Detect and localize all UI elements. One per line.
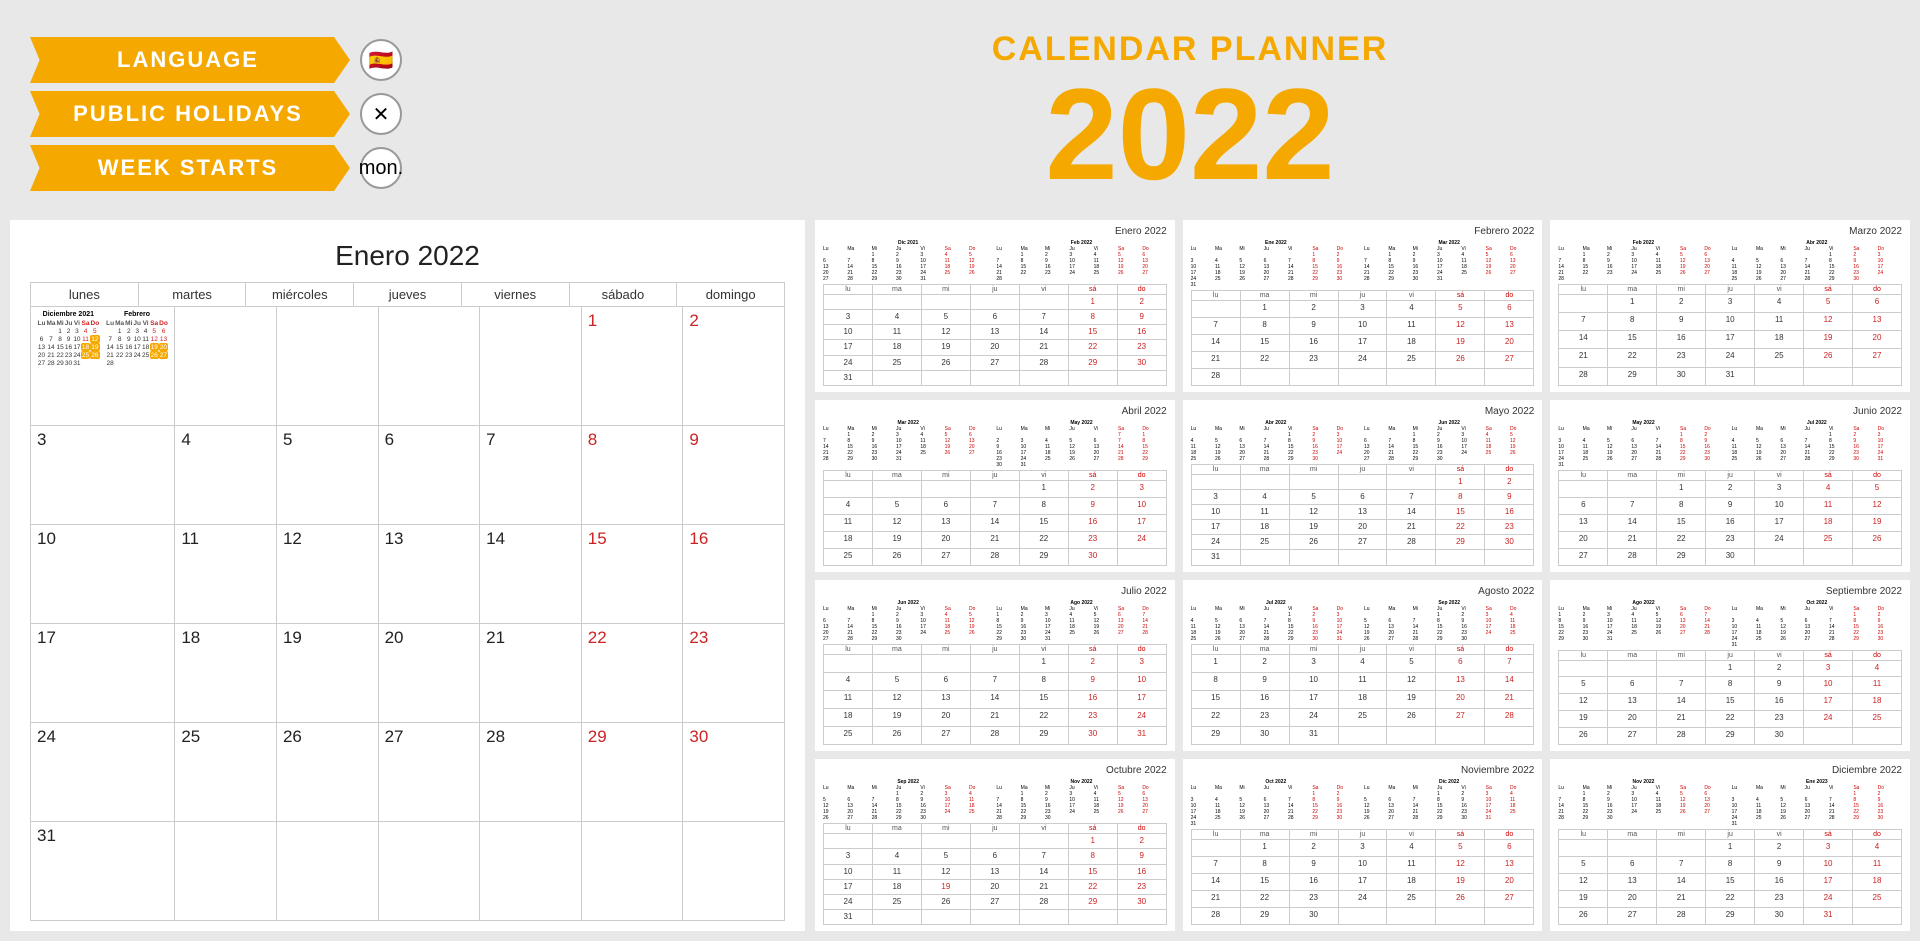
mini-marzo[interactable]: Marzo 2022 Feb 2022LuMaMiJuViSaDo1234567… xyxy=(1550,220,1910,392)
large-cell-26: 26 xyxy=(277,723,379,822)
day-jueves: jueves xyxy=(354,283,462,307)
large-cell-end7 xyxy=(683,822,785,921)
mini-noviembre[interactable]: Noviembre 2022 Oct 2022LuMaMiJuViSaDo123… xyxy=(1183,759,1543,931)
large-cell-16: 16 xyxy=(683,525,785,624)
week-starts-ribbon[interactable]: WEEK STARTS xyxy=(30,145,350,191)
mini-enero[interactable]: Enero 2022 Dic 2021LuMaMiJuViSaDo1234567… xyxy=(815,220,1175,392)
large-cell-6: 6 xyxy=(379,426,481,525)
mini-junio-title: Junio 2022 xyxy=(1558,406,1902,417)
large-cell-31: 31 xyxy=(31,822,175,921)
large-cell-15: 15 xyxy=(582,525,684,624)
large-cell-27: 27 xyxy=(379,723,481,822)
week-starts-icon[interactable]: mon. xyxy=(360,147,402,189)
large-cell-7: 7 xyxy=(480,426,582,525)
top-header: LANGUAGE 🇪🇸 PUBLIC HOLIDAYS ✕ WEEK START… xyxy=(0,0,1920,220)
large-cell-22: 22 xyxy=(582,624,684,723)
mini-junio[interactable]: Junio 2022 May 2022LuMaMiJuViSaDo1234567… xyxy=(1550,400,1910,572)
large-cell-1: 1 xyxy=(582,307,684,426)
year-display: 2022 xyxy=(1045,69,1334,199)
large-cell-19: 19 xyxy=(277,624,379,723)
day-martes: martes xyxy=(139,283,247,307)
holidays-ribbon[interactable]: PUBLIC HOLIDAYS xyxy=(30,91,350,137)
mini-agosto-title: Agosto 2022 xyxy=(1191,586,1535,597)
large-cell-minicals: Diciembre 2021 LuMaMiJuViSaDo 12345 6789… xyxy=(31,307,175,426)
large-cell-11: 11 xyxy=(175,525,277,624)
day-lunes: lunes xyxy=(31,283,139,307)
mini-diciembre-title: Diciembre 2022 xyxy=(1558,765,1902,776)
language-icon[interactable]: 🇪🇸 xyxy=(360,39,402,81)
large-cell-empty4 xyxy=(480,307,582,426)
large-calendar-grid: Diciembre 2021 LuMaMiJuViSaDo 12345 6789… xyxy=(30,307,785,921)
day-viernes: viernes xyxy=(462,283,570,307)
large-cell-5: 5 xyxy=(277,426,379,525)
large-cell-empty3 xyxy=(379,307,481,426)
large-january-calendar: Enero 2022 lunes martes miércoles jueves… xyxy=(10,220,805,931)
large-cell-end3 xyxy=(277,822,379,921)
large-days-header: lunes martes miércoles jueves viernes sá… xyxy=(30,282,785,307)
mini-septiembre-title: Septiembre 2022 xyxy=(1558,586,1902,597)
large-cell-end5 xyxy=(480,822,582,921)
mini-diciembre[interactable]: Diciembre 2022 Nov 2022LuMaMiJuViSaDo123… xyxy=(1550,759,1910,931)
mini-julio[interactable]: Julio 2022 Jun 2022LuMaMiJuViSaDo1234567… xyxy=(815,580,1175,752)
language-row: LANGUAGE 🇪🇸 xyxy=(30,37,460,83)
large-cell-21: 21 xyxy=(480,624,582,723)
large-cell-23: 23 xyxy=(683,624,785,723)
large-cell-29: 29 xyxy=(582,723,684,822)
left-panel: LANGUAGE 🇪🇸 PUBLIC HOLIDAYS ✕ WEEK START… xyxy=(30,37,460,191)
mini-julio-title: Julio 2022 xyxy=(823,586,1167,597)
large-cell-14: 14 xyxy=(480,525,582,624)
large-cell-empty2 xyxy=(277,307,379,426)
large-cell-12: 12 xyxy=(277,525,379,624)
mini-mayo[interactable]: Mayo 2022 Abr 2022LuMaMiJuViSaDo12345678… xyxy=(1183,400,1543,572)
large-cell-end6 xyxy=(582,822,684,921)
mini-octubre-title: Octubre 2022 xyxy=(823,765,1167,776)
large-cell-end2 xyxy=(175,822,277,921)
large-cell-25: 25 xyxy=(175,723,277,822)
day-domingo: domingo xyxy=(677,283,785,307)
large-cell-2: 2 xyxy=(683,307,785,426)
mini-octubre[interactable]: Octubre 2022 Sep 2022LuMaMiJuViSaDo12345… xyxy=(815,759,1175,931)
mini-enero-title: Enero 2022 xyxy=(823,226,1167,237)
large-cell-20: 20 xyxy=(379,624,481,723)
day-miercoles: miércoles xyxy=(246,283,354,307)
large-cell-8: 8 xyxy=(582,426,684,525)
mini-marzo-title: Marzo 2022 xyxy=(1558,226,1902,237)
week-starts-row: WEEK STARTS mon. xyxy=(30,145,460,191)
mini-abril[interactable]: Abril 2022 Mar 2022LuMaMiJuViSaDo1234567… xyxy=(815,400,1175,572)
large-cell-17: 17 xyxy=(31,624,175,723)
holidays-icon[interactable]: ✕ xyxy=(360,93,402,135)
large-cell-28: 28 xyxy=(480,723,582,822)
large-cell-9: 9 xyxy=(683,426,785,525)
language-ribbon[interactable]: LANGUAGE xyxy=(30,37,350,83)
right-panel: Enero 2022 Dic 2021LuMaMiJuViSaDo1234567… xyxy=(815,220,1920,941)
mini-agosto[interactable]: Agosto 2022 Jul 2022LuMaMiJuViSaDo123456… xyxy=(1183,580,1543,752)
large-cell-13: 13 xyxy=(379,525,481,624)
large-cell-18: 18 xyxy=(175,624,277,723)
large-cell-3: 3 xyxy=(31,426,175,525)
main-content: Enero 2022 lunes martes miércoles jueves… xyxy=(0,220,1920,941)
mini-febrero[interactable]: Febrero 2022 Ene 2022LuMaMiJuViSaDo12345… xyxy=(1183,220,1543,392)
large-cell-4: 4 xyxy=(175,426,277,525)
center-panel: CALENDAR PLANNER 2022 xyxy=(490,30,1890,199)
mini-mayo-title: Mayo 2022 xyxy=(1191,406,1535,417)
large-calendar-title: Enero 2022 xyxy=(30,240,785,272)
day-sabado: sábado xyxy=(570,283,678,307)
large-cell-empty1 xyxy=(175,307,277,426)
large-cell-24: 24 xyxy=(31,723,175,822)
mini-noviembre-title: Noviembre 2022 xyxy=(1191,765,1535,776)
mini-abril-title: Abril 2022 xyxy=(823,406,1167,417)
mini-febrero-title: Febrero 2022 xyxy=(1191,226,1535,237)
large-cell-10: 10 xyxy=(31,525,175,624)
mini-septiembre[interactable]: Septiembre 2022 Ago 2022LuMaMiJuViSaDo12… xyxy=(1550,580,1910,752)
large-cell-30: 30 xyxy=(683,723,785,822)
holidays-row: PUBLIC HOLIDAYS ✕ xyxy=(30,91,460,137)
large-cell-end4 xyxy=(379,822,481,921)
